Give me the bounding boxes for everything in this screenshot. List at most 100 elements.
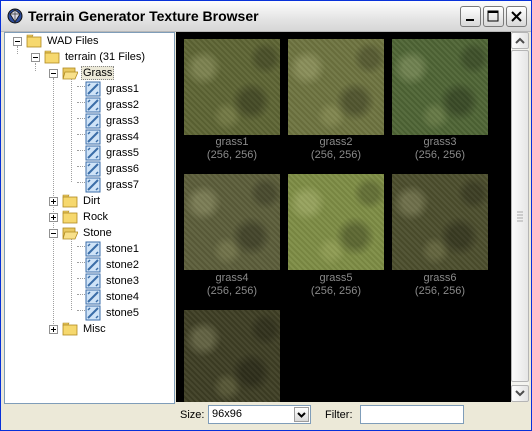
tree-label: stone5 bbox=[106, 307, 140, 319]
window-title: Terrain Generator Texture Browser bbox=[28, 8, 259, 24]
tree-item-misc[interactable]: Misc bbox=[62, 321, 108, 337]
filter-input[interactable] bbox=[360, 405, 464, 424]
tree-item-texture[interactable]: stone3 bbox=[85, 273, 141, 289]
grip-icon bbox=[517, 211, 523, 222]
tree-item-texture[interactable]: grass5 bbox=[85, 145, 141, 161]
tree-label: grass3 bbox=[106, 115, 140, 127]
tree-item-texture[interactable]: grass7 bbox=[85, 177, 141, 193]
tree-item-texture[interactable]: stone1 bbox=[85, 241, 141, 257]
tree-item-grass[interactable]: Grass bbox=[62, 65, 115, 81]
tree-item-texture[interactable]: stone5 bbox=[85, 305, 141, 321]
thumbnail-size: (256, 256) bbox=[414, 149, 466, 161]
tree-item-texture[interactable]: grass2 bbox=[85, 97, 141, 113]
dropdown-button[interactable] bbox=[294, 407, 309, 422]
scroll-thumb[interactable] bbox=[511, 50, 529, 382]
arrow-down-icon bbox=[515, 390, 525, 397]
tree-connector bbox=[71, 78, 72, 182]
texture-file-icon bbox=[85, 305, 101, 321]
folder-tree[interactable]: WAD Files terrain (31 Files) Grass grass… bbox=[4, 32, 175, 404]
app-icon bbox=[7, 8, 23, 24]
texture-browser-window: Terrain Generator Texture Browser WAD Fi… bbox=[0, 0, 532, 431]
tree-label: grass5 bbox=[106, 147, 140, 159]
folder-icon bbox=[62, 210, 78, 224]
vertical-scrollbar[interactable] bbox=[511, 32, 529, 402]
texture-file-icon bbox=[85, 289, 101, 305]
minimize-icon bbox=[466, 19, 474, 21]
thumbnail-name: grass1 bbox=[215, 136, 249, 148]
tree-item-rock[interactable]: Rock bbox=[62, 209, 110, 225]
texture-thumbnail[interactable] bbox=[392, 174, 488, 270]
collapse-toggle[interactable] bbox=[49, 69, 58, 78]
tree-connector bbox=[17, 46, 18, 54]
texture-file-icon bbox=[85, 161, 101, 177]
maximize-icon bbox=[487, 10, 499, 22]
minimize-button[interactable] bbox=[460, 6, 481, 27]
texture-file-icon bbox=[85, 113, 101, 129]
tree-label: grass6 bbox=[106, 163, 140, 175]
thumbnail-size: (256, 256) bbox=[310, 285, 362, 297]
thumbnail-name: grass4 bbox=[215, 272, 249, 284]
size-dropdown[interactable]: 96x96 bbox=[208, 405, 311, 424]
tree-connector bbox=[35, 63, 36, 71]
thumbnail-name: grass2 bbox=[319, 136, 353, 148]
texture-file-icon bbox=[85, 241, 101, 257]
tree-label: stone3 bbox=[106, 275, 140, 287]
expand-toggle[interactable] bbox=[49, 213, 58, 222]
collapse-toggle[interactable] bbox=[13, 37, 22, 46]
expand-toggle[interactable] bbox=[49, 325, 58, 334]
thumbnail-name: grass5 bbox=[319, 272, 353, 284]
tree-label: stone4 bbox=[106, 291, 140, 303]
thumbnail-name: grass3 bbox=[423, 136, 457, 148]
tree-label: grass1 bbox=[106, 83, 140, 95]
collapse-toggle[interactable] bbox=[49, 229, 58, 238]
texture-gallery[interactable]: grass1 (256, 256) grass2 (256, 256) gras… bbox=[176, 32, 511, 402]
expand-toggle[interactable] bbox=[49, 197, 58, 206]
chevron-down-icon bbox=[297, 412, 306, 418]
close-button[interactable] bbox=[506, 6, 527, 27]
collapse-toggle[interactable] bbox=[31, 53, 40, 62]
texture-file-icon bbox=[85, 273, 101, 289]
tree-label: WAD Files bbox=[47, 35, 99, 47]
tree-label: Dirt bbox=[83, 195, 101, 207]
texture-thumbnail[interactable] bbox=[184, 174, 280, 270]
folder-open-icon bbox=[62, 67, 78, 80]
texture-file-icon bbox=[85, 145, 101, 161]
arrow-up-icon bbox=[515, 37, 525, 44]
folder-icon bbox=[44, 50, 60, 64]
tree-item-dirt[interactable]: Dirt bbox=[62, 193, 102, 209]
thumbnail-name: grass6 bbox=[423, 272, 457, 284]
tree-label: Misc bbox=[83, 323, 106, 335]
tree-item-stone[interactable]: Stone bbox=[62, 225, 114, 241]
tree-item-texture[interactable]: grass6 bbox=[85, 161, 141, 177]
tree-label: grass7 bbox=[106, 179, 140, 191]
tree-item-texture[interactable]: grass1 bbox=[85, 81, 141, 97]
folder-open-icon bbox=[62, 227, 78, 240]
texture-thumbnail[interactable] bbox=[392, 39, 488, 135]
tree-label: terrain (31 Files) bbox=[65, 51, 146, 63]
scroll-down-button[interactable] bbox=[511, 385, 529, 402]
tree-label: stone2 bbox=[106, 259, 140, 271]
texture-thumbnail[interactable] bbox=[184, 39, 280, 135]
folder-icon bbox=[26, 34, 42, 48]
tree-label: Rock bbox=[83, 211, 109, 223]
thumbnail-size: (256, 256) bbox=[206, 285, 258, 297]
thumbnail-size: (256, 256) bbox=[206, 149, 258, 161]
tree-item-texture[interactable]: grass3 bbox=[85, 113, 141, 129]
tree-label: Stone bbox=[83, 227, 112, 239]
filter-label: Filter: bbox=[325, 409, 353, 421]
scroll-up-button[interactable] bbox=[511, 32, 529, 49]
thumbnail-size: (256, 256) bbox=[414, 285, 466, 297]
texture-file-icon bbox=[85, 257, 101, 273]
tree-item-wad-files[interactable]: WAD Files bbox=[26, 33, 101, 49]
tree-item-texture[interactable]: grass4 bbox=[85, 129, 141, 145]
tree-item-texture[interactable]: stone2 bbox=[85, 257, 141, 273]
texture-thumbnail[interactable] bbox=[288, 174, 384, 270]
thumbnail-size: (256, 256) bbox=[310, 149, 362, 161]
texture-thumbnail[interactable] bbox=[288, 39, 384, 135]
maximize-button[interactable] bbox=[483, 6, 504, 27]
tree-item-terrain[interactable]: terrain (31 Files) bbox=[44, 49, 147, 65]
texture-thumbnail[interactable] bbox=[184, 310, 280, 402]
close-icon bbox=[511, 11, 522, 22]
tree-item-texture[interactable]: stone4 bbox=[85, 289, 141, 305]
title-bar[interactable]: Terrain Generator Texture Browser bbox=[1, 1, 531, 32]
